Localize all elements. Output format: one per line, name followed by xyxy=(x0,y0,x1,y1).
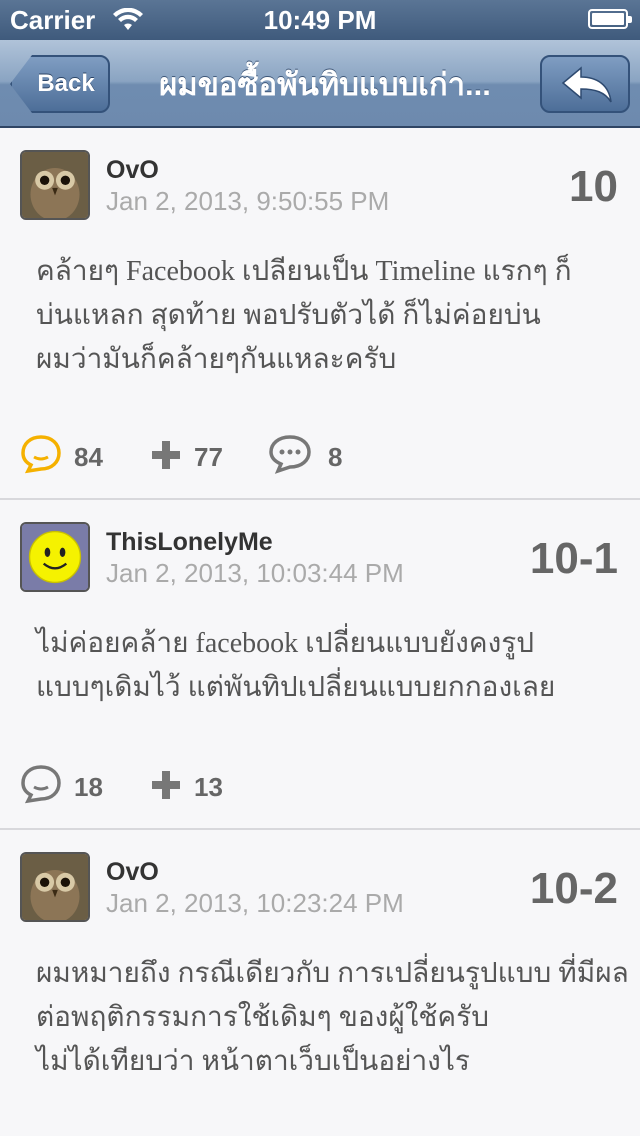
reply-arrow-icon xyxy=(561,66,612,103)
plus-count: 13 xyxy=(194,772,223,802)
smiley-avatar-image xyxy=(22,524,88,590)
page-title: ผมขอซื้อพันทิบแบบเก่า... xyxy=(159,67,491,102)
avatar[interactable] xyxy=(20,522,90,592)
plus-icon[interactable] xyxy=(150,439,182,471)
comment-count: 8 xyxy=(328,442,343,472)
navigation-bar: Back ผมขอซื้อพันทิบแบบเก่า... xyxy=(0,40,640,128)
reply-post[interactable]: OvO Jan 2, 2013, 10:23:24 PM 10-2 ผมหมาย… xyxy=(0,832,640,1136)
post-body-line: ผมหมายถึง กรณีเดียวกับ การเปลี่ยนรูปแบบ … xyxy=(36,958,629,989)
post-number: 10-2 xyxy=(529,864,618,913)
emotion-icon[interactable] xyxy=(20,434,62,474)
reply-button[interactable] xyxy=(540,55,630,113)
owl-avatar-image xyxy=(22,854,88,920)
emotion-count: 18 xyxy=(74,772,103,802)
post-body: ผมหมายถึง กรณีเดียวกับ การเปลี่ยนรูปแบบ … xyxy=(36,952,629,1084)
reply-post[interactable]: OvO Jan 2, 2013, 9:50:55 PM 10 คล้ายๆ Fa… xyxy=(0,130,640,500)
post-body-line: บ่นแหลก สุดท้าย พอปรับตัวได้ ก็ไม่ค่อยบ่… xyxy=(36,300,541,331)
post-body-line: ไม่ได้เทียบว่า หน้าตาเว็บเป็นอย่างไร xyxy=(36,1046,470,1077)
battery-icon xyxy=(588,9,632,29)
post-body-line: ไม่ค่อยคล้าย facebook เปลี่ยนแบบยังคงรูป xyxy=(36,628,535,659)
post-number: 10-1 xyxy=(529,534,618,583)
status-bar: Carrier 10:49 PM xyxy=(0,0,640,40)
post-date: Jan 2, 2013, 10:03:44 PM xyxy=(106,558,404,588)
reply-post[interactable]: ThisLonelyMe Jan 2, 2013, 10:03:44 PM 10… xyxy=(0,502,640,830)
username[interactable]: ThisLonelyMe xyxy=(106,528,273,557)
back-button-label[interactable]: Back xyxy=(22,55,110,113)
post-body-line: คล้ายๆ Facebook เปลียนเป็น Timeline แรกๆ… xyxy=(36,256,572,287)
post-number: 10 xyxy=(569,162,618,211)
owl-avatar-image xyxy=(22,152,88,218)
avatar[interactable] xyxy=(20,150,90,220)
post-stats: 84 77 8 xyxy=(20,434,620,478)
post-stats: 18 13 xyxy=(20,764,620,808)
post-body: ไม่ค่อยคล้าย facebook เปลี่ยนแบบยังคงรูป… xyxy=(36,622,616,710)
post-body-line: ต่อพฤติกรรมการใช้เดิมๆ ของผู้ใช้ครับ xyxy=(36,1002,489,1033)
avatar[interactable] xyxy=(20,852,90,922)
emotion-icon[interactable] xyxy=(20,764,62,804)
plus-count: 77 xyxy=(194,442,223,472)
post-body-line: ผมว่ามันก็คล้ายๆกันแหละครับ xyxy=(36,344,397,375)
post-body-line: แบบๆเดิมไว้ แต่พันทิปเปลี่ยนแบบยกกองเลย xyxy=(36,672,556,703)
post-body: คล้ายๆ Facebook เปลียนเป็น Timeline แรกๆ… xyxy=(36,250,616,382)
plus-icon[interactable] xyxy=(150,769,182,801)
comment-icon[interactable] xyxy=(268,434,312,474)
post-date: Jan 2, 2013, 9:50:55 PM xyxy=(106,186,390,216)
username[interactable]: OvO xyxy=(106,858,159,887)
emotion-count: 84 xyxy=(74,442,103,472)
post-date: Jan 2, 2013, 10:23:24 PM xyxy=(106,888,404,918)
username[interactable]: OvO xyxy=(106,156,159,185)
status-time: 10:49 PM xyxy=(263,5,377,35)
